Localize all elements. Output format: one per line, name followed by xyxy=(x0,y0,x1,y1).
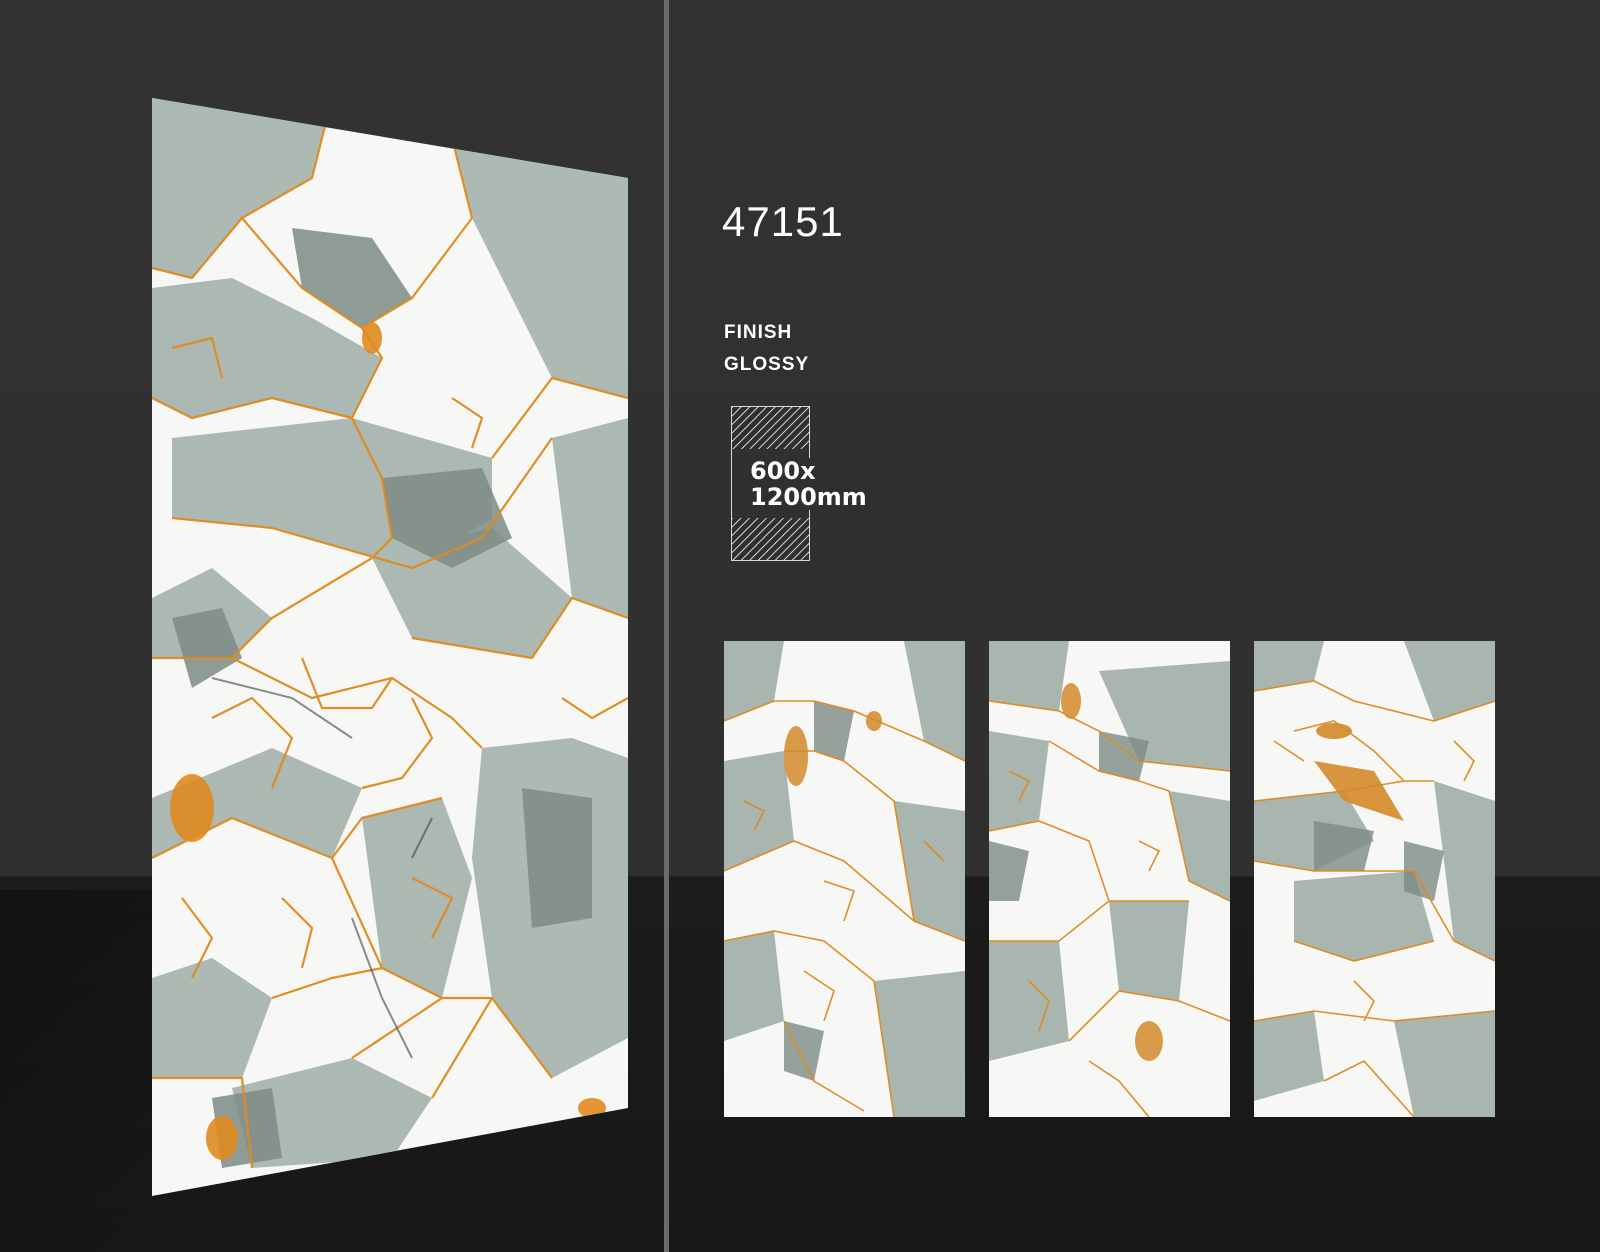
tile-variant-1 xyxy=(724,641,965,1117)
tile-variant-3 xyxy=(1254,641,1495,1117)
marble-pattern-variant-2 xyxy=(989,641,1230,1117)
size-line-1: 600x xyxy=(750,457,816,485)
tile-size-text: 600x 1200mm xyxy=(748,458,871,510)
size-hatch-bottom xyxy=(732,518,809,560)
product-code: 47151 xyxy=(722,198,844,245)
product-sheet: 47151 FINISH GLOSSY 600x 1200mm xyxy=(0,0,1600,1252)
size-line-2: 1200mm xyxy=(750,483,867,511)
marble-pattern-large xyxy=(152,98,628,1196)
tile-variant-2 xyxy=(989,641,1230,1117)
main-tile-preview xyxy=(152,98,628,1196)
finish-value: GLOSSY xyxy=(724,354,810,375)
vertical-divider xyxy=(664,0,669,1252)
size-hatch-top xyxy=(732,407,809,449)
marble-pattern-variant-1 xyxy=(724,641,965,1117)
marble-pattern-variant-3 xyxy=(1254,641,1495,1117)
finish-label: FINISH xyxy=(724,322,793,343)
